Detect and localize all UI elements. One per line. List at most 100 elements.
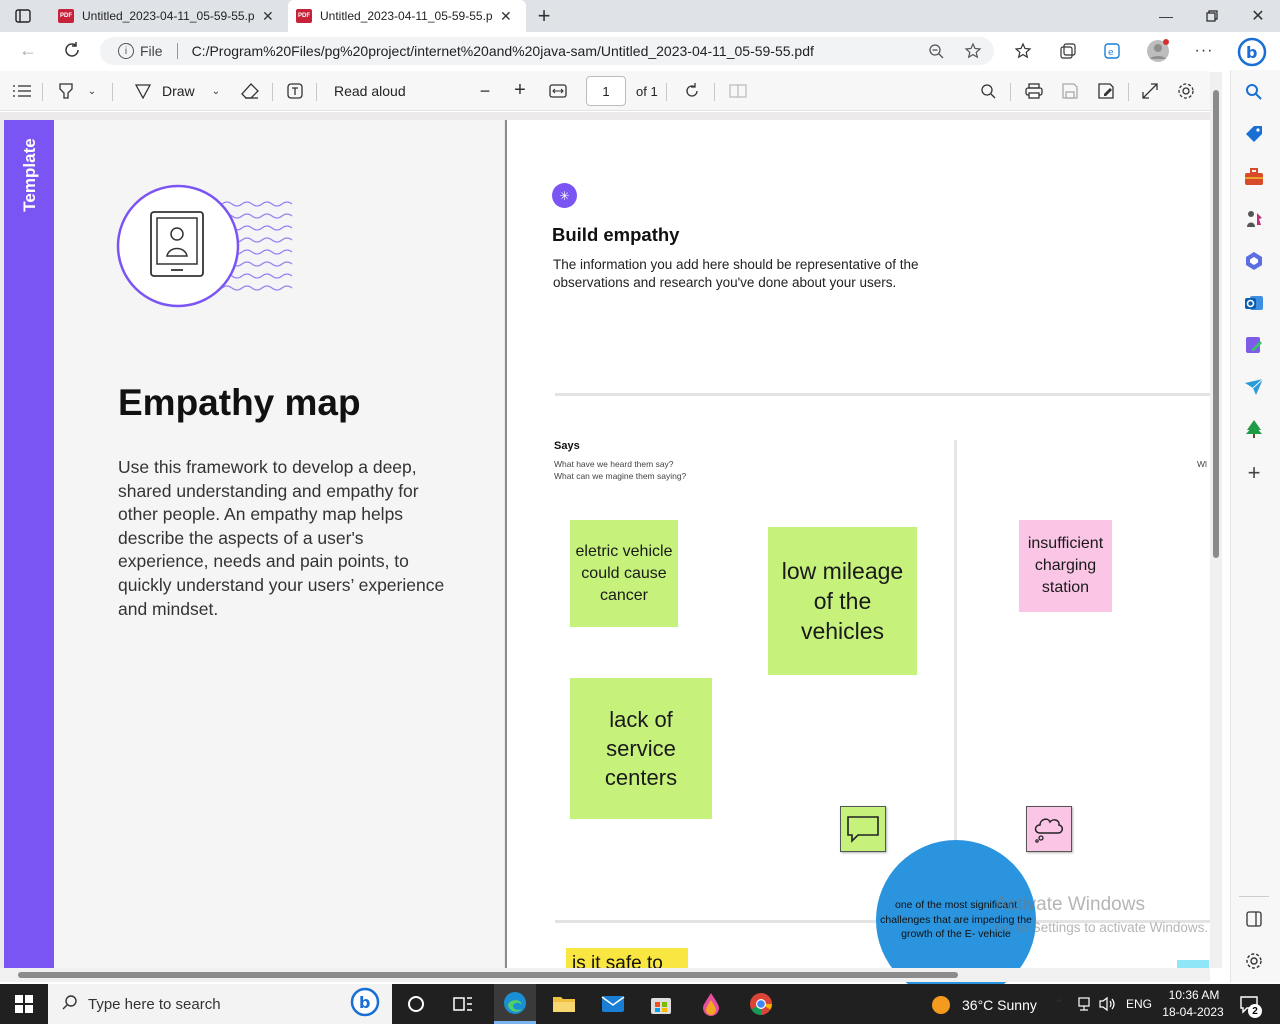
pdf-file-icon: PDF (296, 9, 312, 23)
fit-to-width-icon[interactable] (548, 82, 568, 100)
template-label: Template (20, 138, 39, 212)
close-tab-icon[interactable]: ✕ (262, 8, 274, 25)
zoom-icon[interactable] (928, 43, 944, 59)
bing-chat-icon[interactable]: b (1236, 36, 1268, 68)
fullscreen-icon[interactable] (1140, 82, 1160, 100)
print-icon[interactable] (1024, 82, 1044, 100)
chrome-icon[interactable] (748, 992, 774, 1016)
store-icon[interactable] (648, 992, 674, 1016)
read-aloud-button[interactable]: Read aloud (334, 83, 406, 99)
shopping-tag-icon[interactable] (1243, 123, 1265, 145)
add-favorite-icon[interactable] (964, 42, 982, 60)
sidebar-toggle-icon[interactable] (1243, 908, 1265, 930)
horizontal-scrollbar[interactable] (0, 968, 1210, 982)
says-question-1: What have we heard them say? (554, 459, 674, 469)
chevron-up-icon[interactable]: ⌃ (1052, 996, 1066, 1012)
drop-icon[interactable] (1243, 334, 1265, 356)
sticky-note[interactable]: lack of service centers (570, 678, 712, 819)
text-box-icon[interactable] (286, 82, 304, 100)
games-icon[interactable] (1243, 208, 1265, 230)
mail-icon[interactable] (600, 992, 626, 1016)
chevron-down-icon[interactable]: ⌄ (86, 83, 98, 99)
zoom-in-button[interactable]: + (511, 79, 529, 101)
tools-briefcase-icon[interactable] (1243, 166, 1265, 188)
page-view-icon[interactable] (728, 82, 748, 100)
empathy-board-page: ✳ Build empathy The information you add … (505, 120, 1215, 1000)
outlook-icon[interactable] (1243, 292, 1265, 314)
address-bar[interactable]: i File C:/Program%20Files/pg%20project/i… (100, 37, 994, 65)
windows-start-icon[interactable] (14, 994, 34, 1014)
network-icon[interactable] (1076, 996, 1092, 1012)
sticky-note[interactable]: low mileage of the vehicles (768, 527, 917, 675)
description-text: Use this framework to develop a deep, sh… (118, 457, 445, 619)
new-tab-button[interactable]: + (534, 3, 554, 28)
file-explorer-icon[interactable] (551, 992, 577, 1016)
paint-drop-icon[interactable] (698, 992, 724, 1016)
add-icon[interactable]: + (1243, 460, 1265, 485)
page-number-input[interactable]: 1 (586, 76, 626, 106)
template-page: Template Empathy map Use this framework … (4, 120, 504, 970)
send-icon[interactable] (1243, 376, 1265, 398)
clock-time[interactable]: 10:36 AM (1164, 988, 1224, 1002)
bing-icon[interactable]: b (350, 987, 380, 1022)
edge-taskbar-button[interactable] (494, 984, 536, 1024)
eraser-icon[interactable] (240, 82, 260, 100)
url-text[interactable]: C:/Program%20Files/pg%20project/internet… (192, 43, 912, 59)
close-window-button[interactable]: ✕ (1248, 6, 1268, 26)
divider (176, 43, 178, 59)
more-options-icon[interactable]: ··· (1194, 41, 1214, 61)
scroll-thumb[interactable] (1213, 90, 1219, 558)
microsoft-365-icon[interactable] (1243, 250, 1265, 272)
intro-text: The information you add here should be r… (553, 257, 919, 290)
contents-list-icon[interactable] (12, 82, 32, 100)
weather-sun-icon[interactable] (930, 994, 952, 1016)
sticky-note[interactable]: eletric vehicle could cause cancer (570, 520, 678, 627)
activate-windows-title: Activate Windows (995, 894, 1145, 915)
highlight-icon[interactable] (56, 82, 76, 100)
search-icon (62, 994, 78, 1015)
vertical-scrollbar[interactable] (1210, 72, 1222, 968)
gear-icon[interactable] (1243, 950, 1265, 972)
save-icon[interactable] (1060, 82, 1080, 100)
speech-bubble-icon (840, 806, 886, 852)
taskbar-search-box[interactable]: Type here to search b (48, 984, 392, 1024)
sticky-note-partial[interactable]: is it safe to (566, 948, 688, 970)
close-tab-icon[interactable]: ✕ (500, 8, 512, 25)
collections-icon[interactable] (1058, 41, 1078, 61)
tab-actions-icon[interactable] (14, 8, 32, 24)
web-capture-icon[interactable]: e (1102, 41, 1122, 61)
tab-pdf-1[interactable]: PDF Untitled_2023-04-11_05-59-55.p ✕ (50, 0, 286, 32)
weather-text[interactable]: 36°C Sunny (962, 997, 1037, 1013)
back-button[interactable]: ← (18, 40, 38, 60)
scroll-thumb[interactable] (18, 972, 958, 978)
search-icon[interactable] (1243, 81, 1265, 103)
language-indicator[interactable]: ENG (1126, 997, 1152, 1011)
tree-icon[interactable] (1243, 418, 1265, 440)
search-icon[interactable] (978, 82, 998, 100)
draw-icon[interactable] (134, 82, 152, 100)
favorites-icon[interactable] (1014, 41, 1034, 61)
svg-text:b: b (359, 993, 370, 1012)
pdf-file-icon: PDF (58, 9, 74, 23)
clock-date[interactable]: 18-04-2023 (1160, 1005, 1226, 1019)
save-as-icon[interactable] (1096, 82, 1116, 100)
info-icon[interactable]: i (118, 43, 134, 59)
tab-pdf-2[interactable]: PDF Untitled_2023-04-11_05-59-55.p ✕ (288, 0, 526, 32)
draw-label[interactable]: Draw (162, 83, 195, 99)
says-title: Says (554, 440, 580, 452)
activate-windows-subtitle: Go to Settings to activate Windows. (995, 920, 1209, 935)
scheme-label: File (140, 43, 163, 59)
restore-button[interactable] (1202, 6, 1222, 26)
says-question-2: What can we magine them saying? (554, 471, 687, 481)
volume-icon[interactable] (1099, 996, 1117, 1012)
pdf-settings-icon[interactable] (1176, 81, 1196, 101)
sticky-note[interactable]: insufficient charging station (1019, 520, 1112, 612)
task-view-icon[interactable] (452, 994, 474, 1014)
cortana-icon[interactable] (406, 994, 426, 1014)
rotate-icon[interactable] (682, 82, 702, 100)
chevron-down-icon[interactable]: ⌄ (210, 83, 222, 99)
zoom-out-button[interactable]: − (476, 81, 494, 101)
profile-avatar[interactable] (1146, 39, 1170, 63)
refresh-button[interactable] (62, 40, 82, 60)
minimize-button[interactable]: — (1156, 6, 1176, 26)
